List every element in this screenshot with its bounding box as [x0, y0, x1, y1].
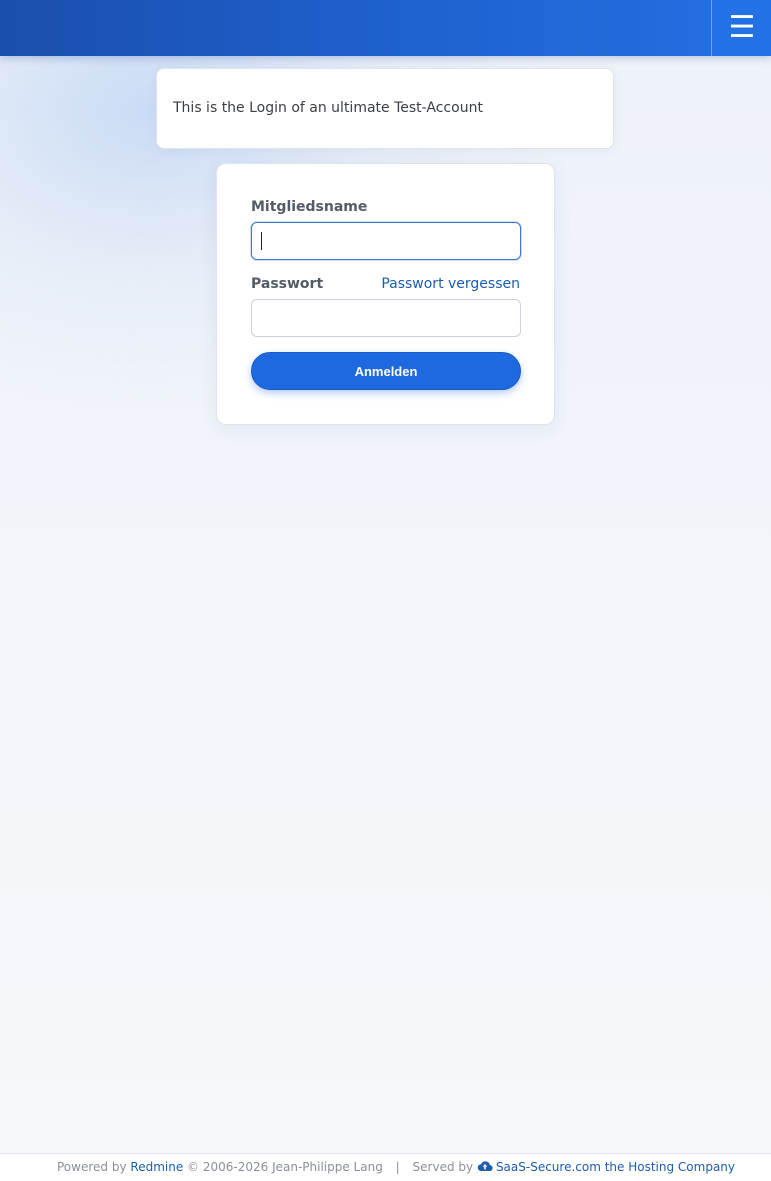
username-label: Mitgliedsname: [251, 199, 368, 215]
footer: Powered by Redmine © 2006-2026 Jean-Phil…: [0, 1153, 771, 1181]
login-form: Mitgliedsname Passwort Passwort vergesse…: [216, 163, 555, 425]
footer-text: Powered by Redmine © 2006-2026 Jean-Phil…: [57, 1160, 735, 1174]
top-menu-bar: ☰: [0, 0, 771, 56]
redmine-link[interactable]: Redmine: [130, 1160, 183, 1174]
notice-text: This is the Login of an ultimate Test-Ac…: [173, 100, 483, 116]
password-input[interactable]: [251, 299, 521, 337]
copyright-text: © 2006-2026 Jean-Philippe Lang: [187, 1160, 383, 1174]
hamburger-icon: ☰: [728, 10, 756, 45]
login-submit-button[interactable]: Anmelden: [251, 352, 521, 390]
cloud-upload-icon: [477, 1161, 493, 1172]
login-notice-box: This is the Login of an ultimate Test-Ac…: [156, 68, 614, 149]
powered-by-text: Powered by: [57, 1160, 127, 1174]
footer-separator: |: [395, 1160, 400, 1174]
text-cursor: [261, 232, 262, 250]
username-input[interactable]: [251, 222, 521, 260]
lost-password-link[interactable]: Passwort vergessen: [381, 276, 520, 292]
hosting-company-label: SaaS-Secure.com the Hosting Company: [495, 1160, 736, 1174]
served-by-text: Served by: [412, 1160, 474, 1174]
hosting-company-link[interactable]: SaaS-Secure.com the Hosting Company: [477, 1160, 735, 1174]
hamburger-menu-button[interactable]: ☰: [711, 0, 771, 56]
password-label: Passwort: [251, 276, 324, 292]
